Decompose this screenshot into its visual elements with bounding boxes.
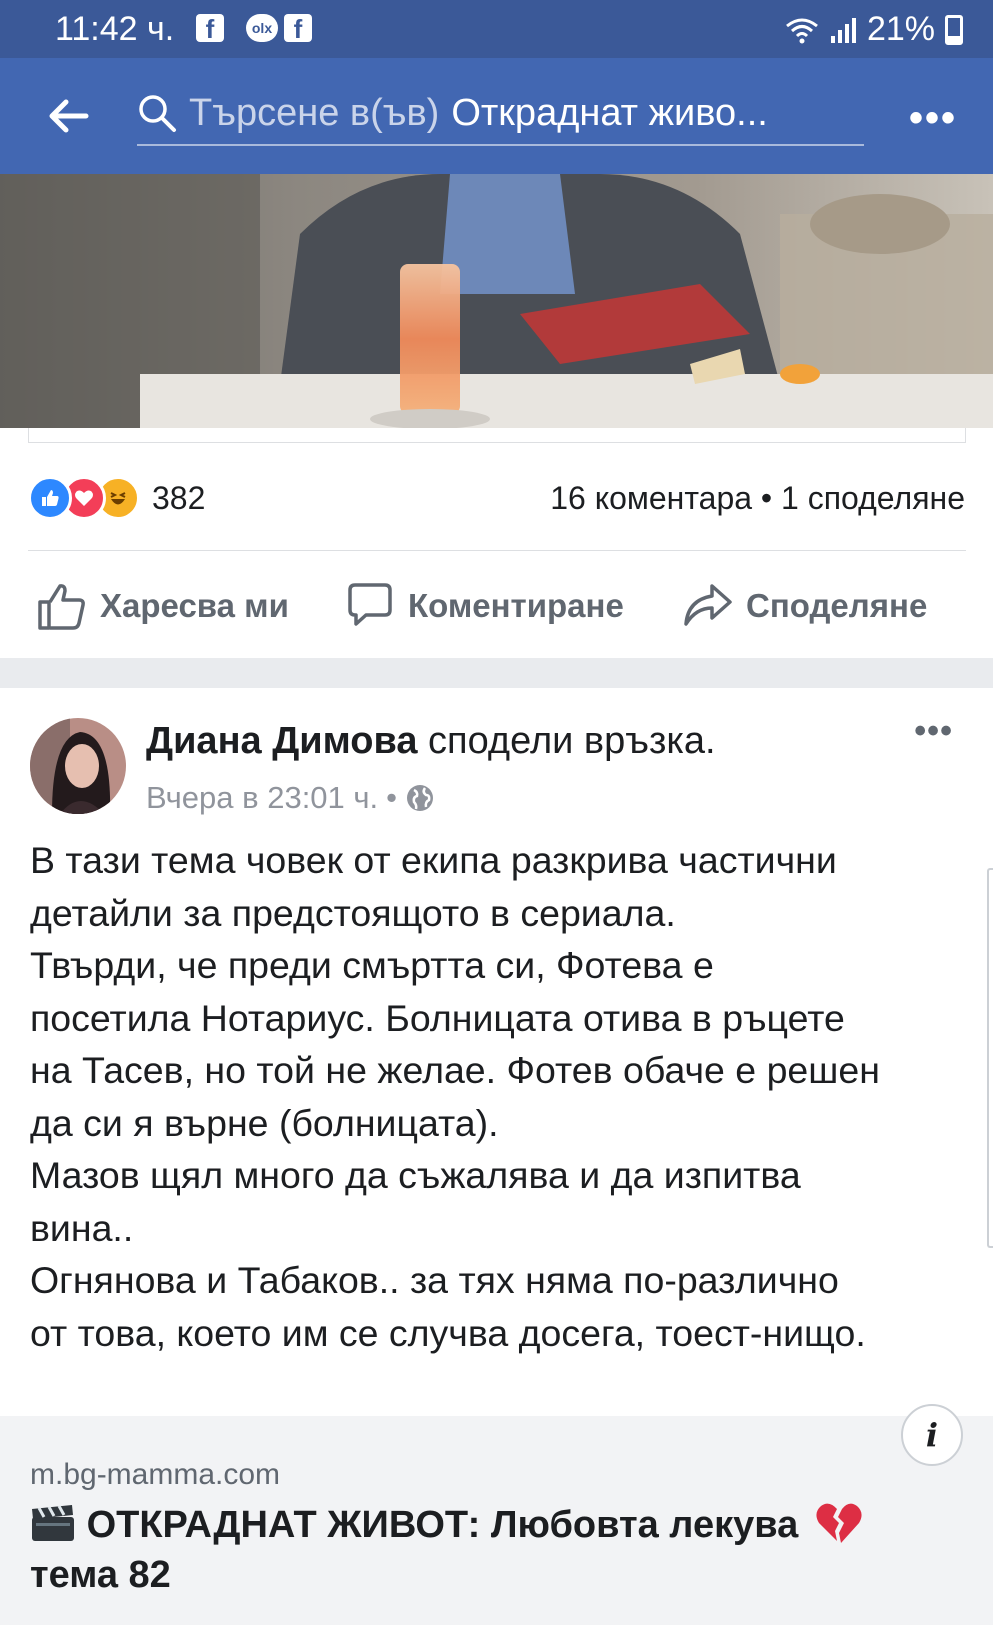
info-icon[interactable]: i	[901, 1404, 963, 1466]
battery-percent: 21%	[866, 10, 935, 48]
post-actions-bar: Харесва ми Коментиране Споделяне	[0, 568, 993, 648]
link-preview[interactable]: i m.bg-mamma.com ОТКРАДНАТ ЖИВОТ: Любовт…	[0, 1404, 993, 1625]
search-input[interactable]: Търсене в(ъв) Откраднат живо...	[137, 82, 864, 146]
post-text-line: Огнянова и Табаков.. за тях няма по-разл…	[30, 1259, 839, 1301]
scroll-indicator	[987, 868, 993, 1248]
post-text-line: от това, което им се случва досега, тоес…	[30, 1311, 866, 1354]
post-options-icon[interactable]: •••	[914, 712, 953, 751]
broken-heart-icon	[816, 1503, 862, 1543]
post-card: Диана Димова сподели връзка. Вчера в 23:…	[0, 688, 993, 1625]
search-placeholder: Търсене в(ъв)	[189, 91, 440, 134]
link-title-text: тема 82	[30, 1554, 171, 1596]
post-text-line: Мазов щял много да съжалява и да изпитва	[30, 1154, 801, 1196]
battery-icon	[945, 14, 963, 45]
link-domain: m.bg-mamma.com	[30, 1458, 281, 1491]
status-bar: 11:42 ч. f olx f 21%	[0, 0, 993, 58]
post-timestamp[interactable]: Вчера в 23:01 ч.	[146, 780, 378, 816]
link-preview-image[interactable]	[0, 174, 993, 428]
post-meta: Вчера в 23:01 ч. •	[146, 780, 435, 816]
post-action-text: сподели връзка.	[428, 720, 716, 762]
share-label: Споделяне	[746, 587, 928, 624]
avatar[interactable]	[30, 718, 126, 814]
like-button[interactable]: Харесва ми	[36, 580, 289, 632]
share-button[interactable]: Споделяне	[682, 580, 927, 632]
comment-button[interactable]: Коментиране	[344, 580, 624, 632]
more-options-icon[interactable]: •••	[909, 96, 957, 141]
post-text-line: вина..	[30, 1206, 134, 1249]
post-header: Диана Димова сподели връзка.	[146, 720, 716, 763]
post-text-line: на Тасев, но той не желае. Фотев обаче е…	[30, 1049, 880, 1091]
author-name[interactable]: Диана Димова	[146, 720, 417, 762]
post-text-line: посетила Нотариус. Болницата отива в ръц…	[30, 996, 845, 1039]
status-right: 21%	[785, 10, 963, 49]
globe-icon	[407, 785, 434, 811]
reaction-count: 382	[152, 479, 206, 516]
comments-shares-count[interactable]: 16 коментара • 1 споделяне	[550, 480, 965, 517]
post-text-line: детайли за предстоящото в сериала.	[30, 891, 676, 934]
back-arrow-icon[interactable]	[44, 92, 92, 140]
preview-photo-graphic	[0, 174, 993, 428]
post-footer-card: 382 16 коментара • 1 споделяне Харесва м…	[0, 428, 993, 658]
facebook-icon: f	[196, 14, 224, 44]
thumbs-up-icon	[38, 584, 85, 630]
status-time: 11:42 ч.	[55, 10, 175, 48]
signal-icon	[830, 17, 856, 43]
meta-separator: •	[386, 780, 398, 815]
clapper-board-icon	[32, 1505, 74, 1541]
comment-label: Коментиране	[408, 587, 624, 624]
post-text-line: да си я върне (болницата).	[30, 1101, 499, 1144]
comment-icon	[348, 583, 392, 626]
link-title[interactable]: ОТКРАДНАТ ЖИВОТ: Любовта лекува тема 82	[30, 1500, 930, 1600]
like-label: Харесва ми	[100, 587, 289, 624]
link-title-text: ОТКРАДНАТ ЖИВОТ: Любовта лекува	[86, 1504, 799, 1546]
olx-icon: olx	[246, 14, 278, 42]
wifi-icon	[786, 18, 818, 43]
reactions-summary[interactable]: 382	[28, 476, 205, 520]
divider	[28, 550, 966, 551]
app-bar: Търсене в(ъв) Откраднат живо... •••	[0, 58, 993, 174]
search-query: Откраднат живо...	[451, 91, 768, 134]
like-reaction-icon	[28, 476, 72, 520]
link-preview-border	[28, 428, 966, 443]
search-icon	[139, 95, 176, 132]
post-text-line: В тази тема човек от екипа разкрива част…	[30, 839, 837, 881]
post-text-line: Твърди, че преди смъртта си, Фотева е	[30, 944, 714, 986]
facebook-icon: f	[284, 14, 312, 44]
post-text: В тази тема човек от екипа разкрива част…	[30, 834, 975, 1359]
share-icon	[684, 584, 732, 626]
